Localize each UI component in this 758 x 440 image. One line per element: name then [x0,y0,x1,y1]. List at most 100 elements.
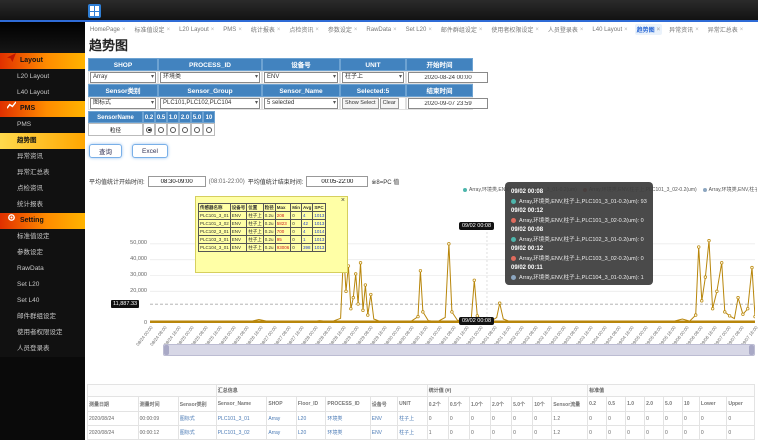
tab-close-icon[interactable]: × [479,27,483,33]
avg-end-input[interactable] [306,176,368,187]
summary-cell: 1014 [313,228,326,236]
size-radio-0.5[interactable] [158,127,164,133]
sidebar-item[interactable]: Set L20 [0,277,85,293]
sidebar-item[interactable]: 异常汇总表 [0,165,85,181]
size-radio-0.2[interactable] [146,127,152,133]
sidebar-item[interactable]: 参数设定 [0,245,85,261]
breadcrumb-tab[interactable]: 统计报表× [249,24,283,35]
show-select-button[interactable]: Show Select [342,98,379,109]
summary-cell: 0.2u [263,212,275,220]
breadcrumb-tab[interactable]: L40 Layout× [590,24,629,35]
table-cell: PLC101_3_01 [216,412,267,426]
tab-close-icon[interactable]: × [277,27,281,33]
size-radio-5.0[interactable] [194,127,200,133]
breadcrumb-tab[interactable]: PMS× [221,24,244,35]
tab-close-icon[interactable]: × [580,27,584,33]
device-select[interactable]: ENV▾ [264,72,338,83]
legend-item[interactable]: Array,环境类,ENV,柱子上,PLC102_3_01-0.2(um) [703,186,757,193]
sensor-type-select[interactable]: 图标式▾ [90,98,156,109]
breadcrumb-tab[interactable]: HomePage× [88,24,128,35]
slider-left-handle[interactable] [164,345,169,355]
slider-right-handle[interactable] [749,345,754,355]
breadcrumb-tab[interactable]: 趋势图× [635,24,663,35]
sidebar-item[interactable]: L40 Layout [0,85,85,101]
size-header-cell: 10 [203,111,215,123]
sidebar-item[interactable]: L20 Layout [0,69,85,85]
breadcrumb-tab[interactable]: L20 Layout× [177,24,216,35]
table-column-header: 5.0 [664,397,683,412]
chart-range-slider[interactable] [163,344,755,356]
summary-header: 粒径 [263,204,275,212]
table-column-header: 0.5个 [448,397,469,412]
shop-select[interactable]: Array▾ [90,72,156,83]
sidebar-item[interactable]: 趋势图 [0,133,85,149]
chart-tooltip: 09/02 00:08Array,环境类,ENV,柱子上,PLC101_3_01… [505,182,653,285]
table-cell: 1 [427,426,448,440]
process-id-select[interactable]: 环境类▾ [160,72,260,83]
tab-close-icon[interactable]: × [535,27,539,33]
sidebar-item[interactable]: 异常资讯 [0,149,85,165]
tab-close-icon[interactable]: × [238,27,242,33]
sidebar-item[interactable]: 统计报表 [0,197,85,213]
query-button[interactable]: 查询 [89,144,122,158]
sidebar-section-layout[interactable]: Layout [0,53,85,69]
tab-close-icon[interactable]: × [122,27,126,33]
sidebar-item[interactable]: 点检资讯 [0,181,85,197]
size-radio-1.0[interactable] [170,127,176,133]
tab-close-icon[interactable]: × [167,27,171,33]
sidebar-item[interactable]: 使用者权限设定 [0,325,85,341]
tab-close-icon[interactable]: × [428,27,432,33]
start-time-input[interactable] [408,72,488,83]
breadcrumb-tab[interactable]: 人员登录表× [546,24,586,35]
avg-start-input[interactable] [148,176,206,187]
tab-close-icon[interactable]: × [315,27,319,33]
tab-close-icon[interactable]: × [657,27,661,33]
excel-button[interactable]: Excel [132,144,168,158]
sidebar-section-setting[interactable]: Setting [0,213,85,229]
sidebar-item[interactable]: RawData [0,261,85,277]
tab-close-icon[interactable]: × [695,27,699,33]
size-radio-10[interactable] [206,127,212,133]
table-cell: 环境类 [326,426,370,440]
tab-close-icon[interactable]: × [740,27,744,33]
table-cell: 0 [699,426,726,440]
table-cell: 0 [469,426,490,440]
summary-header: 位置 [247,204,264,212]
clear-button[interactable]: Clear [380,98,399,109]
sensor-group-select[interactable]: PLC101,PLC102,PLC104▾ [160,98,260,109]
tab-close-icon[interactable]: × [624,27,628,33]
breadcrumb-tab[interactable]: 点检资讯× [287,24,321,35]
breadcrumb-tab[interactable]: 参数设定× [326,24,360,35]
size-radio-2.0[interactable] [182,127,188,133]
summary-cell: 0 [291,220,302,228]
close-icon[interactable]: × [341,197,345,204]
filter-cell: ENV▾ [262,71,340,84]
tab-close-icon[interactable]: × [211,27,215,33]
breadcrumb-tab[interactable]: 邮件群组设定× [439,24,485,35]
unit-select[interactable]: 柱子上▾ [342,72,404,83]
filter-header-cell: SHOP [88,58,158,71]
tab-close-icon[interactable]: × [354,27,358,33]
apps-grid-icon[interactable] [88,4,101,18]
breadcrumb-tab[interactable]: 标准值设定× [133,24,173,35]
sidebar-item[interactable]: 邮件群组设定 [0,309,85,325]
table-cell: 0 [512,426,533,440]
sidebar-item[interactable]: 标准值设定 [0,229,85,245]
end-time-input[interactable] [408,98,488,109]
sidebar-section-pms[interactable]: PMS [0,101,85,117]
breadcrumb-tab[interactable]: RawData× [364,24,398,35]
filter-cell [406,97,473,110]
breadcrumb-tab[interactable]: 使用者权限设定× [489,24,541,35]
filter-cell: PLC101,PLC102,PLC104▾ [158,97,262,110]
breadcrumb-tab[interactable]: Set L20× [404,24,434,35]
table-cell: 图标式 [178,426,216,440]
sidebar-item[interactable]: Set L40 [0,293,85,309]
summary-cell: 5823 [275,220,291,228]
breadcrumb-tab[interactable]: 异常汇总表× [706,24,746,35]
sensor-name-select[interactable]: 5 selected▾ [264,98,338,109]
sidebar-item[interactable]: 人员登录表 [0,341,85,357]
breadcrumb-tab[interactable]: 异常资讯× [667,24,701,35]
sidebar-item[interactable]: PMS [0,117,85,133]
tab-close-icon[interactable]: × [393,27,397,33]
table-row: 2020/08/2400:00:12图标式PLC101_3_02ArrayL20… [88,426,755,440]
